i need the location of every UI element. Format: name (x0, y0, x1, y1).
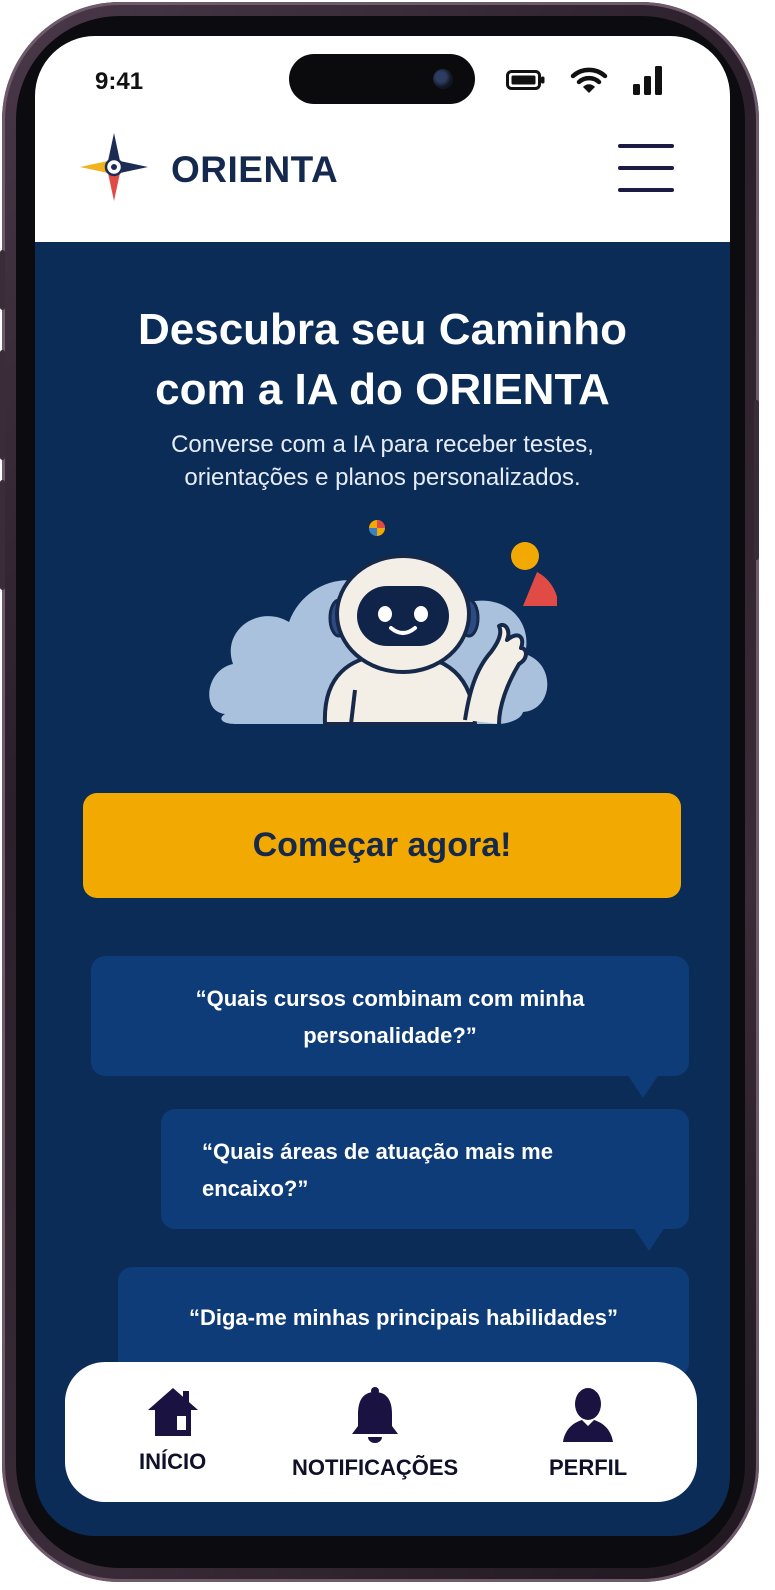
signal-icon (632, 64, 664, 96)
side-button (754, 400, 759, 560)
prompt-text: encaixo?” (202, 1176, 309, 1201)
hero-title-line: com a IA do ORIENTA (155, 365, 610, 414)
brand[interactable]: ORIENTA (79, 132, 338, 207)
nav-home[interactable]: INÍCIO (139, 1386, 206, 1475)
side-button (0, 350, 5, 460)
nav-label: PERFIL (549, 1455, 628, 1480)
hero-subtitle-line: orientações e planos personalizados. (184, 464, 581, 491)
app-screen: 9:41 ORIENTA Descubra seu Caminho com a … (35, 36, 730, 1536)
bottom-navigation: INÍCIO NOTIFICAÇÕES PERFIL (65, 1362, 697, 1502)
nav-notifications[interactable]: NOTIFICAÇÕES (292, 1386, 458, 1481)
nav-profile[interactable]: PERFIL (549, 1386, 627, 1481)
side-button (0, 250, 5, 310)
bubble-tail (633, 1227, 665, 1251)
hero-subtitle: Converse com a IA para receber testes, o… (35, 428, 730, 494)
suggested-prompt-bubble[interactable]: “Diga-me minhas principais habilidades” (118, 1267, 689, 1377)
menu-icon (618, 144, 674, 148)
robot-illustration (207, 514, 559, 749)
dynamic-island (289, 54, 475, 104)
camera-icon (433, 69, 453, 89)
side-button (0, 480, 5, 590)
prompt-text: “Diga-me minhas principais habilidades” (188, 1305, 619, 1330)
hero-subtitle-line: Converse com a IA para receber testes, (171, 431, 594, 458)
wifi-icon (570, 65, 608, 95)
start-now-button[interactable]: Começar agora! (83, 793, 681, 898)
status-time: 9:41 (95, 68, 144, 95)
nav-label: NOTIFICAÇÕES (292, 1455, 459, 1480)
menu-icon (618, 166, 674, 170)
menu-button[interactable] (618, 144, 674, 192)
app-header: 9:41 ORIENTA (35, 36, 730, 242)
home-icon (146, 1386, 200, 1443)
battery-icon (506, 69, 546, 91)
bell-icon (348, 1386, 402, 1449)
status-icons (506, 64, 664, 96)
prompt-text: personalidade?” (303, 1023, 477, 1048)
prompt-text: “Quais áreas de atuação mais me (202, 1139, 553, 1164)
brand-name: ORIENTA (171, 148, 339, 190)
hero-title-line: Descubra seu Caminho (137, 305, 628, 354)
prompt-text: “Quais cursos combinam com minha (195, 986, 585, 1011)
user-icon (561, 1386, 615, 1449)
menu-icon (618, 188, 674, 192)
compass-logo-icon (79, 132, 149, 207)
bubble-tail (627, 1074, 659, 1098)
suggested-prompt-bubble[interactable]: “Quais áreas de atuação mais me encaixo?… (161, 1109, 689, 1251)
suggested-prompt-bubble[interactable]: “Quais cursos combinam com minha persona… (91, 956, 689, 1098)
hero-title: Descubra seu Caminho com a IA do ORIENTA (35, 300, 730, 420)
nav-label: INÍCIO (139, 1449, 207, 1474)
